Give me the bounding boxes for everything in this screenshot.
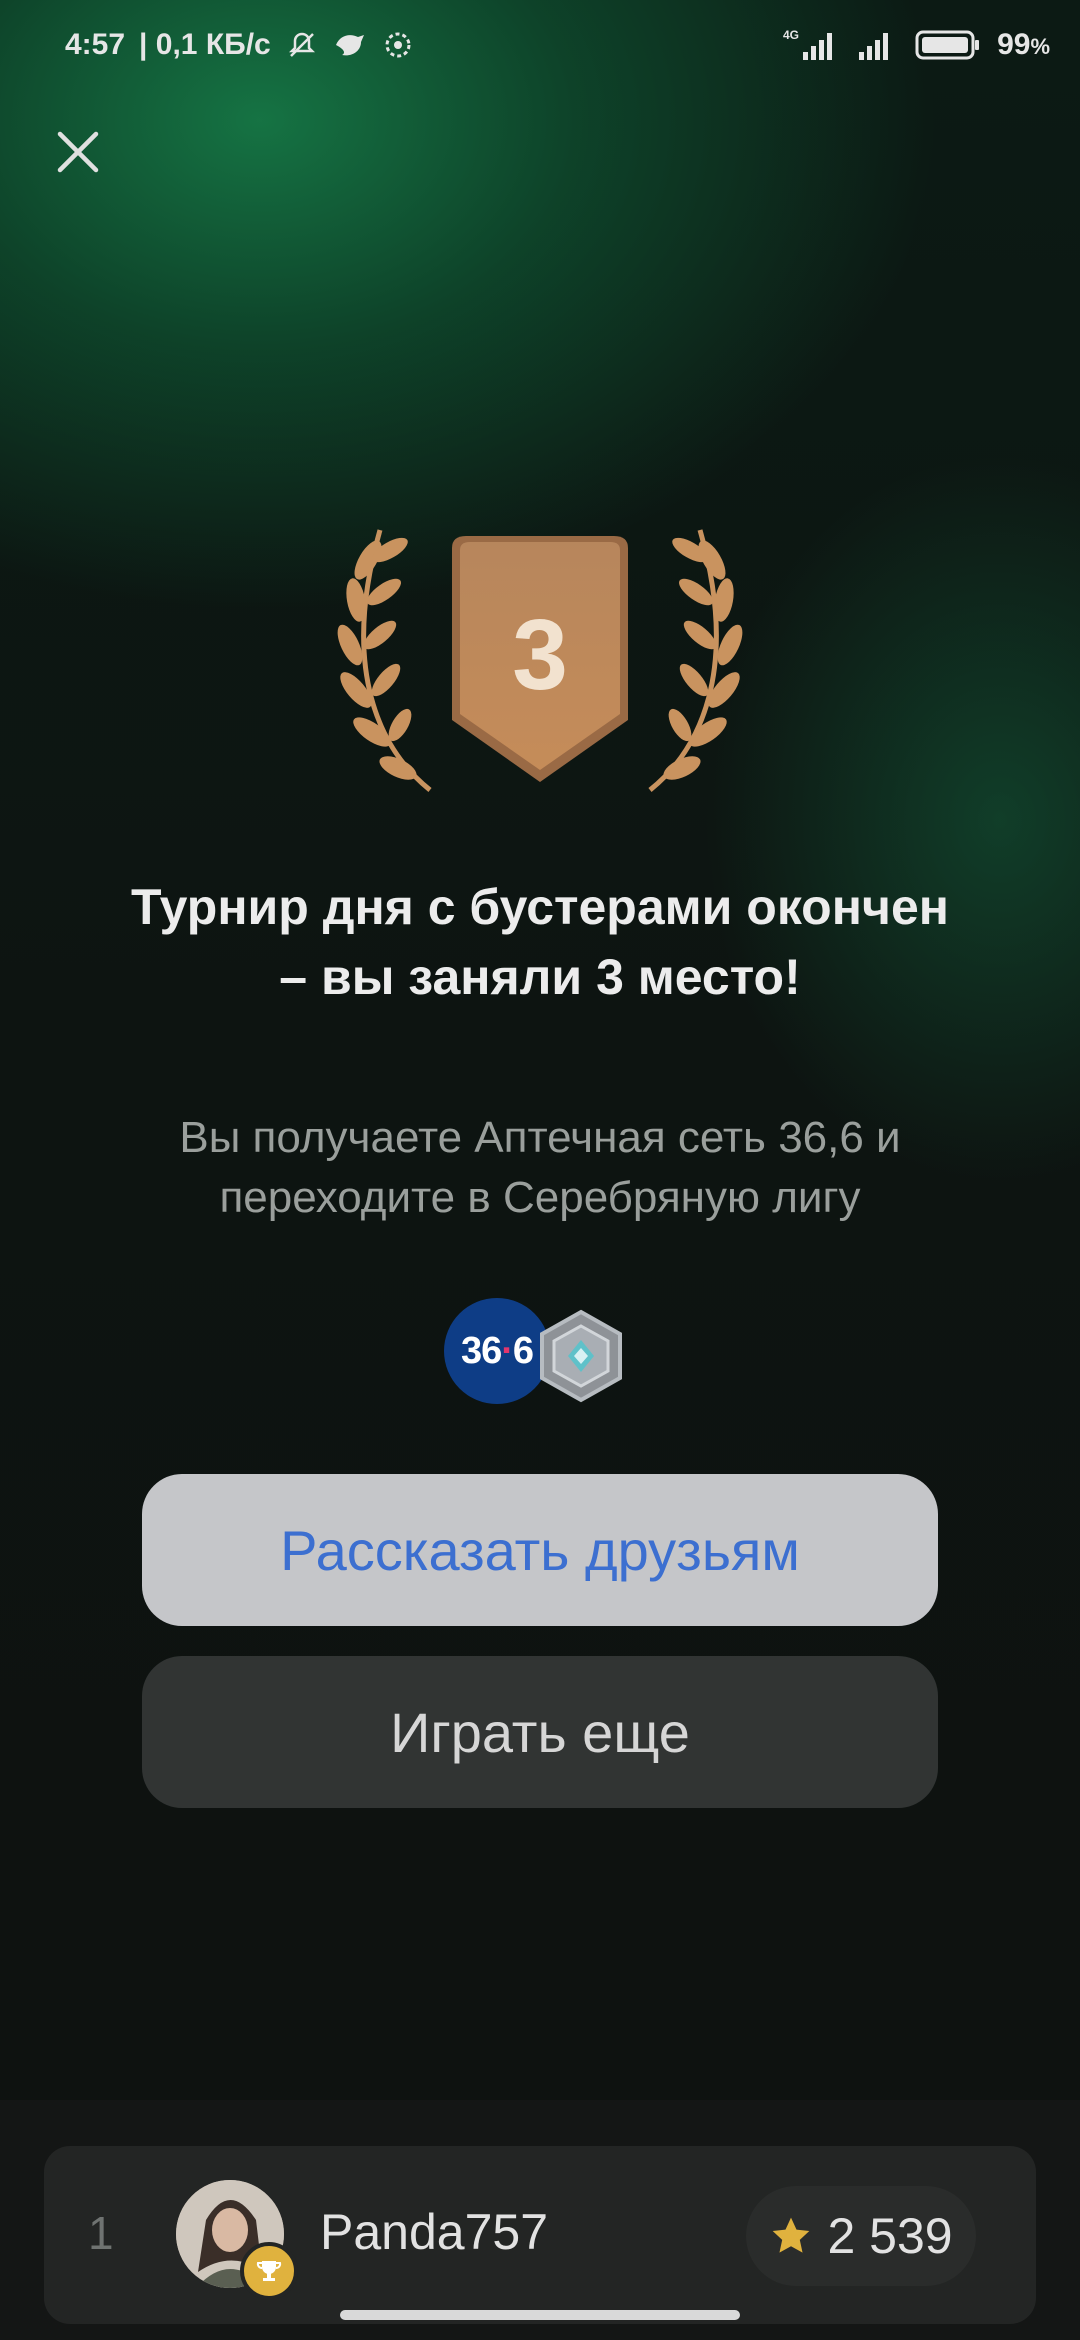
star-icon — [773, 2217, 810, 2253]
pharmacy-reward-logo: 36 · 6 — [444, 1298, 550, 1404]
play-again-button[interactable]: Играть еще — [142, 1656, 938, 1808]
pharmacy-logo-dot: · — [501, 1329, 514, 1372]
signal-4g-icon: 4G — [783, 28, 839, 62]
home-indicator[interactable] — [340, 2310, 740, 2320]
status-speed: | 0,1 КБ/с — [139, 28, 271, 61]
medal-place-number: 3 — [512, 599, 568, 711]
score-badge: 2 539 — [746, 2186, 976, 2286]
pharmacy-logo-left: 36 — [460, 1329, 502, 1372]
status-bar: 4:57 | 0,1 КБ/с 4G 99% — [0, 0, 1080, 96]
status-left: 4:57 | 0,1 КБ/с — [65, 28, 415, 62]
status-right: 4G 99% — [783, 28, 1050, 62]
svg-text:4G: 4G — [783, 28, 799, 42]
battery-percentage: 99% — [997, 28, 1050, 61]
share-with-friends-button[interactable]: Рассказать друзьям — [142, 1474, 938, 1626]
leaderboard-username: Panda757 — [320, 2204, 549, 2260]
bird-icon — [333, 28, 367, 62]
tournament-result-screen: 4:57 | 0,1 КБ/с 4G 99% 3 Турнир дня с бу… — [0, 0, 1080, 2340]
silver-league-icon — [536, 1308, 626, 1404]
settings-badge-icon — [381, 28, 415, 62]
status-time: 4:57 — [65, 28, 126, 61]
trophy-icon — [240, 2242, 298, 2300]
result-headline: Турнир дня с бустерами окончен – вы заня… — [131, 879, 949, 1005]
score-value: 2 539 — [827, 2208, 953, 2264]
pharmacy-logo-right: 6 — [512, 1329, 534, 1372]
result-subtext: Вы получаете Аптечная сеть 36,6 и перехо… — [179, 1113, 901, 1222]
share-button-label: Рассказать друзьям — [280, 1518, 800, 1582]
close-button[interactable] — [48, 122, 108, 182]
bronze-medal-icon: 3 — [320, 520, 760, 810]
leaderboard-rank: 1 — [88, 2207, 114, 2259]
bell-off-icon — [285, 28, 319, 62]
close-icon — [57, 131, 99, 173]
battery-icon — [915, 28, 981, 62]
signal-icon — [855, 28, 899, 62]
play-again-label: Играть еще — [390, 1700, 690, 1764]
